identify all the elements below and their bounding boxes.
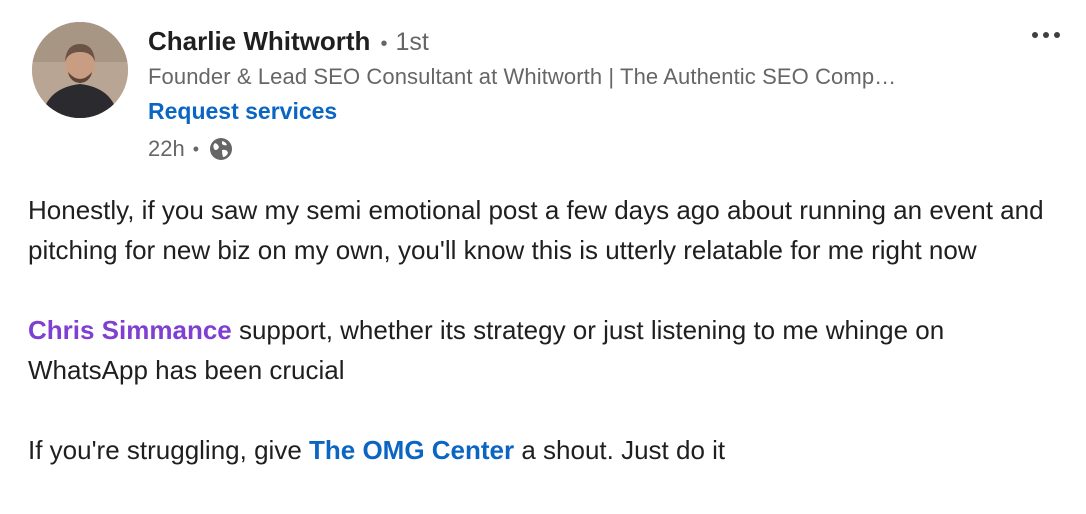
post-paragraph-3: If you're struggling, give The OMG Cente…: [28, 430, 1068, 470]
name-separator: •: [380, 33, 388, 55]
feed-post: Charlie Whitworth • 1st Founder & Lead S…: [0, 0, 1086, 514]
mention-chris-simmance[interactable]: Chris Simmance: [28, 315, 232, 345]
meta-separator: •: [192, 138, 200, 159]
post-body: Honestly, if you saw my semi emotional p…: [28, 190, 1068, 510]
request-services-link[interactable]: Request services: [148, 98, 337, 125]
author-photo: [32, 22, 128, 118]
author-name[interactable]: Charlie Whitworth: [148, 26, 370, 57]
more-options-icon: [1032, 32, 1060, 38]
mention-the-omg-center[interactable]: The OMG Center: [309, 435, 514, 465]
connection-degree: 1st: [395, 28, 429, 56]
more-options-button[interactable]: [1026, 22, 1066, 48]
post-meta: 22h •: [148, 135, 235, 163]
post-paragraph-1: Honestly, if you saw my semi emotional p…: [28, 195, 1044, 265]
globe-icon: [207, 135, 235, 163]
paragraph-3-text-before: If you're struggling, give: [28, 435, 309, 465]
author-name-row: Charlie Whitworth • 1st: [148, 26, 429, 57]
author-headline: Founder & Lead SEO Consultant at Whitwor…: [148, 64, 897, 89]
post-paragraph-2: Chris Simmance support, whether its stra…: [28, 310, 1068, 390]
paragraph-3-text-after: a shout. Just do it: [514, 435, 726, 465]
post-time: 22h: [148, 136, 185, 161]
author-avatar[interactable]: [32, 22, 128, 118]
